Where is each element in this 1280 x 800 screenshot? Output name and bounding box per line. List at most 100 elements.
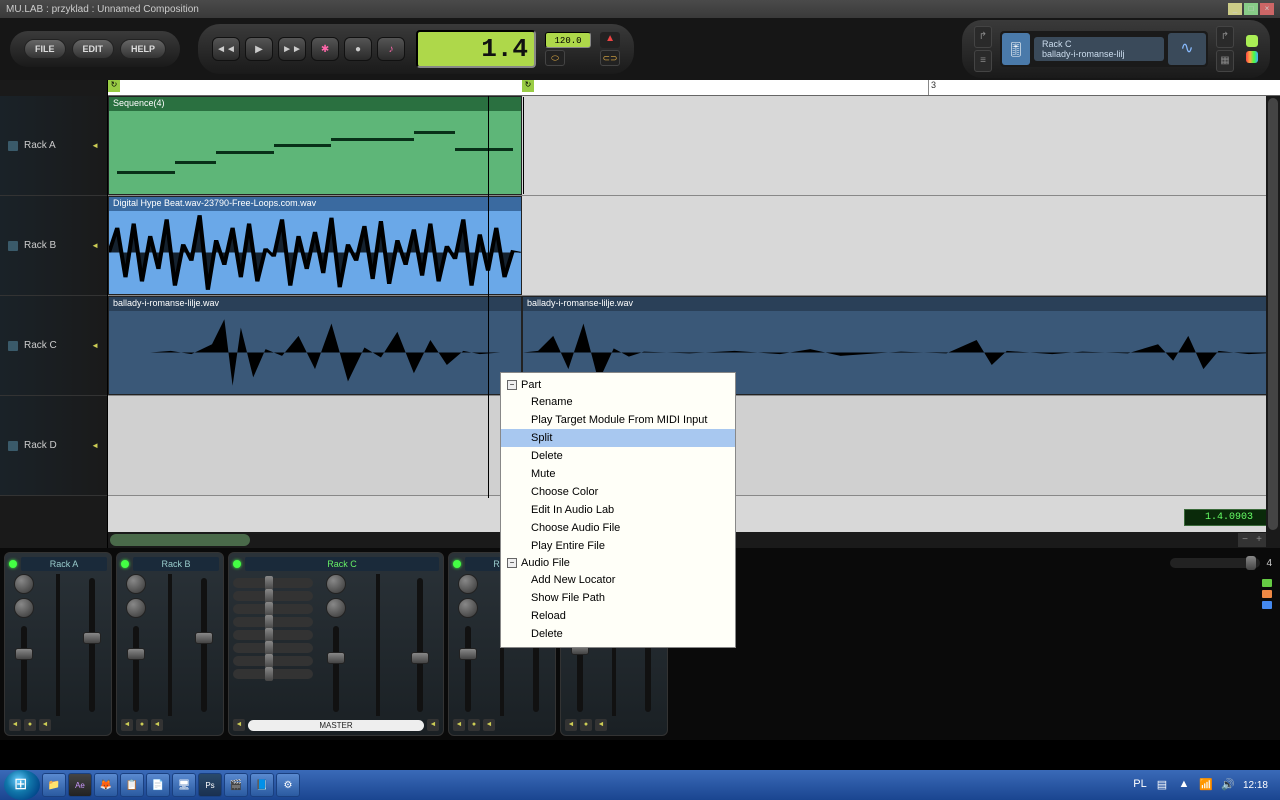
ctx-show-file-path[interactable]: Show File Path bbox=[501, 589, 735, 607]
ctx-choose-color[interactable]: Choose Color bbox=[501, 483, 735, 501]
solo-button[interactable]: ◄ bbox=[427, 719, 439, 731]
track-header-b[interactable]: Rack B ◄ bbox=[0, 196, 107, 296]
master-slider[interactable] bbox=[1170, 558, 1260, 568]
file-menu[interactable]: FILE bbox=[24, 39, 66, 59]
edit-menu[interactable]: EDIT bbox=[72, 39, 115, 59]
solo-button[interactable]: ◄ bbox=[483, 719, 495, 731]
ctx-add-locator[interactable]: Add New Locator bbox=[501, 571, 735, 589]
collapse-icon[interactable]: − bbox=[507, 558, 517, 568]
channel-name[interactable]: Rack B bbox=[133, 557, 219, 571]
volume-fader[interactable] bbox=[465, 626, 471, 712]
ri-grid-icon[interactable]: ▦ bbox=[1216, 50, 1234, 72]
zoom-in-button[interactable]: + bbox=[1252, 533, 1266, 547]
loop-end-marker[interactable]: ↻ bbox=[522, 80, 534, 92]
rewind-button[interactable]: ◄◄ bbox=[212, 37, 240, 61]
ctx-choose-audio-file[interactable]: Choose Audio File bbox=[501, 519, 735, 537]
channel-opt-button[interactable]: ◄ bbox=[121, 719, 133, 731]
ctx-delete[interactable]: Delete bbox=[501, 447, 735, 465]
param-slider[interactable] bbox=[233, 630, 313, 640]
scrollbar-thumb[interactable] bbox=[110, 534, 250, 546]
mute-button[interactable]: ● bbox=[580, 719, 592, 731]
network-icon[interactable]: 📶 bbox=[1199, 778, 1213, 792]
ctx-rename[interactable]: Rename bbox=[501, 393, 735, 411]
channel-opt-button[interactable]: ◄ bbox=[9, 719, 21, 731]
pan-knob[interactable] bbox=[458, 574, 478, 594]
mixer-channel-a[interactable]: Rack A ◄ ● ◄ bbox=[4, 552, 112, 736]
ctx-play-target[interactable]: Play Target Module From MIDI Input bbox=[501, 411, 735, 429]
ri-list-icon[interactable]: ≡ bbox=[974, 50, 992, 72]
volume-fader[interactable] bbox=[133, 626, 139, 712]
channel-name[interactable]: Rack A bbox=[21, 557, 107, 571]
link-icon[interactable]: ⬭ bbox=[545, 50, 565, 66]
clip-sequence[interactable]: Sequence(4) bbox=[108, 96, 522, 195]
status-dot[interactable] bbox=[1262, 590, 1272, 598]
status-dot[interactable] bbox=[1262, 601, 1272, 609]
loop-start-marker[interactable]: ↻ bbox=[108, 80, 120, 92]
taskbar-item[interactable]: Ae bbox=[68, 773, 92, 797]
solo-button[interactable]: ◄ bbox=[595, 719, 607, 731]
chain-icon[interactable]: ⊂⊃ bbox=[600, 50, 620, 66]
play-button[interactable]: ▶ bbox=[245, 37, 273, 61]
help-menu[interactable]: HELP bbox=[120, 39, 166, 59]
position-display[interactable]: 1.4 bbox=[416, 30, 536, 68]
taskbar-item[interactable]: 🎬 bbox=[224, 773, 248, 797]
rack-instrument-icon[interactable]: 🎚 bbox=[1002, 33, 1030, 65]
track-header-c[interactable]: Rack C ◄ bbox=[0, 296, 107, 396]
send-knob[interactable] bbox=[14, 598, 34, 618]
option2-button[interactable]: ♪ bbox=[377, 37, 405, 61]
ctx-reload[interactable]: Reload bbox=[501, 607, 735, 625]
ctx-split[interactable]: Split bbox=[501, 429, 735, 447]
channel-opt-button[interactable]: ◄ bbox=[453, 719, 465, 731]
solo-button[interactable]: ◄ bbox=[39, 719, 51, 731]
forward-button[interactable]: ►► bbox=[278, 37, 306, 61]
track-header-d[interactable]: Rack D ◄ bbox=[0, 396, 107, 496]
send-knob[interactable] bbox=[326, 598, 346, 618]
ctx-edit-audio-lab[interactable]: Edit In Audio Lab bbox=[501, 501, 735, 519]
pan-knob[interactable] bbox=[326, 574, 346, 594]
tray-icon[interactable]: ▤ bbox=[1155, 778, 1169, 792]
param-slider[interactable] bbox=[233, 617, 313, 627]
clip-audio-c1[interactable]: ballady-i-romanse-lilje.wav bbox=[108, 296, 522, 395]
param-slider[interactable] bbox=[233, 656, 313, 666]
taskbar-item[interactable]: Ps bbox=[198, 773, 222, 797]
param-slider[interactable] bbox=[233, 604, 313, 614]
param-slider[interactable] bbox=[233, 591, 313, 601]
solo-button[interactable]: ◄ bbox=[151, 719, 163, 731]
status-dot[interactable] bbox=[1262, 579, 1272, 587]
send-knob[interactable] bbox=[126, 598, 146, 618]
vertical-scrollbar[interactable] bbox=[1266, 96, 1280, 532]
timeline-ruler[interactable]: ↻ ↻ 3 bbox=[108, 80, 1280, 96]
warning-icon[interactable]: ▲ bbox=[600, 32, 620, 48]
master-label[interactable]: MASTER bbox=[248, 720, 424, 731]
taskbar-item[interactable]: 📄 bbox=[146, 773, 170, 797]
minimize-button[interactable]: _ bbox=[1228, 3, 1242, 15]
rack-info[interactable]: Rack C ballady-i-romanse-lilj bbox=[1034, 37, 1164, 61]
clip-audio-b[interactable]: Digital Hype Beat.wav-23790-Free-Loops.c… bbox=[108, 196, 522, 295]
volume-fader[interactable] bbox=[21, 626, 27, 712]
channel-name[interactable]: Rack C bbox=[245, 557, 439, 571]
record-button[interactable]: ● bbox=[344, 37, 372, 61]
aux-fader[interactable] bbox=[201, 578, 207, 712]
tray-icon[interactable]: ▲ bbox=[1177, 778, 1191, 792]
param-slider[interactable] bbox=[233, 578, 313, 588]
taskbar-item[interactable]: 📋 bbox=[120, 773, 144, 797]
mute-button[interactable]: ● bbox=[468, 719, 480, 731]
zoom-out-button[interactable]: − bbox=[1238, 533, 1252, 547]
maximize-button[interactable]: □ bbox=[1244, 3, 1258, 15]
taskbar-item[interactable]: 🖥 bbox=[172, 773, 196, 797]
scrollbar-thumb[interactable] bbox=[1268, 98, 1278, 530]
volume-icon[interactable]: 🔊 bbox=[1221, 778, 1235, 792]
send-knob[interactable] bbox=[458, 598, 478, 618]
taskbar-item[interactable]: ⚙ bbox=[276, 773, 300, 797]
option1-button[interactable]: ✱ bbox=[311, 37, 339, 61]
ri-in-arrow-icon[interactable]: ↱ bbox=[1216, 26, 1234, 48]
ri-out-arrow-icon[interactable]: ↱ bbox=[974, 26, 992, 48]
language-indicator[interactable]: PL bbox=[1133, 778, 1147, 792]
start-button[interactable] bbox=[4, 770, 40, 800]
track-lane-b[interactable]: Digital Hype Beat.wav-23790-Free-Loops.c… bbox=[108, 196, 1280, 296]
channel-opt-button[interactable]: ◄ bbox=[565, 719, 577, 731]
mute-button[interactable]: ● bbox=[24, 719, 36, 731]
ctx-mute[interactable]: Mute bbox=[501, 465, 735, 483]
status-dot-rainbow[interactable] bbox=[1246, 51, 1258, 63]
pan-knob[interactable] bbox=[126, 574, 146, 594]
